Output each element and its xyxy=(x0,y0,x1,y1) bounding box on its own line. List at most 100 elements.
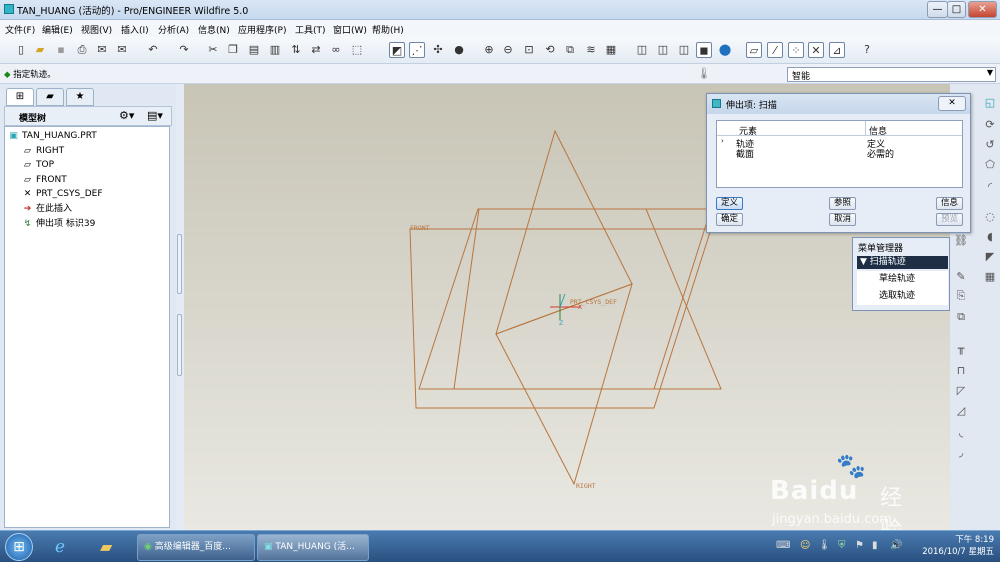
tree-item-insert-here[interactable]: ➔ 在此插入 xyxy=(22,203,72,216)
hole-icon[interactable]: ◌ xyxy=(981,210,999,226)
sketch-tool-icon[interactable]: ✎ xyxy=(952,270,970,286)
cut-icon[interactable]: ✂ xyxy=(205,42,221,58)
context-help-icon[interactable]: ? xyxy=(859,42,875,58)
refit-icon[interactable]: ⊡ xyxy=(521,42,537,58)
coordinate-systems-icon[interactable]: ✕ xyxy=(808,42,824,58)
datum-points-icon[interactable]: ⁘ xyxy=(788,42,804,58)
ie-icon[interactable]: ℯ xyxy=(55,537,65,557)
menu-analysis[interactable]: 分析(A) xyxy=(158,23,189,36)
maximize-button[interactable]: □ xyxy=(947,1,966,18)
info-button[interactable]: 信息 xyxy=(936,197,963,210)
tree-item-front[interactable]: ▱ FRONT xyxy=(22,174,67,187)
selection-box-icon[interactable]: ⬚ xyxy=(349,42,365,58)
paste-special-icon[interactable]: ▥ xyxy=(267,42,283,58)
tree-item-top[interactable]: ▱ TOP xyxy=(22,159,54,172)
zoom-out-icon[interactable]: ⊖ xyxy=(500,42,516,58)
keyboard-icon[interactable]: ⌨ xyxy=(776,540,790,551)
selection-filter-dropdown[interactable]: 智能 ▼ xyxy=(787,67,996,82)
minimize-button[interactable]: — xyxy=(927,1,948,18)
find-icon[interactable]: ⇄ xyxy=(308,42,324,58)
hidden-line-icon[interactable]: ◫ xyxy=(655,42,671,58)
menu-help[interactable]: 帮助(H) xyxy=(372,23,404,36)
panel-splitter[interactable] xyxy=(176,84,184,530)
paste-icon[interactable]: ▤ xyxy=(246,42,262,58)
extrude-icon[interactable]: ◱ xyxy=(981,96,999,112)
shell-icon[interactable]: ⊓ xyxy=(952,364,970,380)
trim-icon[interactable]: ◿ xyxy=(952,404,970,420)
datum-axes-icon[interactable]: ⁄ xyxy=(767,42,783,58)
cancel-button[interactable]: 取消 xyxy=(829,213,856,226)
no-hidden-icon[interactable]: ◫ xyxy=(676,42,692,58)
tray-app-icon[interactable]: ☺ xyxy=(800,540,810,551)
redo-icon[interactable]: ↷ xyxy=(176,42,192,58)
menu-file[interactable]: 文件(F) xyxy=(5,23,35,36)
reference-button[interactable]: 参照 xyxy=(829,197,856,210)
taskbar-task-editor[interactable]: ◉ 高级编辑器_百度... xyxy=(137,534,255,561)
favorites-tab[interactable]: ★ xyxy=(66,88,94,106)
chamfer-icon[interactable]: ◤ xyxy=(981,250,999,266)
shaded-view-icon[interactable]: ◼ xyxy=(696,42,712,58)
tree-item-root[interactable]: ▣ TAN_HUANG.PRT xyxy=(8,130,97,143)
splitter-handle[interactable] xyxy=(177,234,182,294)
datum-display-icon[interactable]: ◩ xyxy=(389,42,405,58)
sketch-trajectory-option[interactable]: 草绘轨迹 xyxy=(857,271,948,288)
folder-browser-tab[interactable]: ▰ xyxy=(36,88,64,106)
email-link-icon[interactable]: ✉ xyxy=(114,42,130,58)
define-button[interactable]: 定义 xyxy=(716,197,743,210)
copy-icon[interactable]: ❐ xyxy=(225,42,241,58)
chain-icon[interactable]: ⛓ xyxy=(952,234,970,250)
menu-insert[interactable]: 插入(I) xyxy=(121,23,149,36)
merge-icon[interactable]: ◟ xyxy=(952,426,970,442)
network-icon[interactable]: ▮ xyxy=(872,540,878,551)
explorer-icon[interactable]: ▰ xyxy=(100,537,112,556)
clock[interactable]: 下午 8:19 2016/10/7 星期五 xyxy=(922,534,994,558)
edit-tool-icon[interactable]: ⎘ xyxy=(952,289,970,305)
spin-center-icon[interactable]: ✣ xyxy=(430,42,446,58)
appearance-icon[interactable]: ⬤ xyxy=(717,42,733,58)
revolve-icon[interactable]: ⟳ xyxy=(981,118,999,134)
tree-item-protrusion[interactable]: ↯ 伸出项 标识39 xyxy=(22,218,96,231)
row-expander-icon[interactable]: › xyxy=(721,137,724,145)
menu-edit[interactable]: 编辑(E) xyxy=(42,23,73,36)
print-icon[interactable]: ⎙ xyxy=(74,42,90,58)
model-tree-tab[interactable]: ⊞ xyxy=(6,88,34,106)
sweep-icon[interactable]: ↺ xyxy=(981,138,999,154)
extend-icon[interactable]: ◞ xyxy=(952,446,970,462)
view-manager-icon[interactable]: ▦ xyxy=(603,42,619,58)
menu-view[interactable]: 视图(V) xyxy=(81,23,112,36)
annotations-icon[interactable]: ⊿ xyxy=(829,42,845,58)
rib-icon[interactable]: ╥ xyxy=(952,342,970,358)
show-icon[interactable]: ▤▾ xyxy=(147,109,163,122)
draft-icon[interactable]: ◸ xyxy=(952,384,970,400)
layers-icon[interactable]: ≋ xyxy=(583,42,599,58)
wireframe-icon[interactable]: ◫ xyxy=(634,42,650,58)
menu-info[interactable]: 信息(N) xyxy=(198,23,230,36)
select-trajectory-option[interactable]: 选取轨迹 xyxy=(857,288,948,305)
pattern-icon[interactable]: ▦ xyxy=(981,270,999,286)
menu-tools[interactable]: 工具(T) xyxy=(295,23,326,36)
table-row-element[interactable]: 截面 xyxy=(736,147,754,160)
zoom-in-icon[interactable]: ⊕ xyxy=(481,42,497,58)
reorient-icon[interactable]: ⟲ xyxy=(542,42,558,58)
save-icon[interactable]: ▪ xyxy=(53,42,69,58)
start-button[interactable]: ⊞ xyxy=(5,533,33,561)
flag-icon[interactable]: ⚑ xyxy=(855,540,864,551)
undo-icon[interactable]: ↶ xyxy=(145,42,161,58)
menu-applications[interactable]: 应用程序(P) xyxy=(238,23,286,36)
email-icon[interactable]: ✉ xyxy=(94,42,110,58)
sketch-icon[interactable]: ◜ xyxy=(981,180,999,196)
preview-button[interactable]: 预览 xyxy=(936,213,963,226)
binoculars-icon[interactable]: ∞ xyxy=(328,42,344,58)
tree-item-csys[interactable]: ✕ PRT_CSYS_DEF xyxy=(22,188,103,201)
copy-tool-icon[interactable]: ⧉ xyxy=(952,310,970,326)
temperature-icon[interactable]: 🌡 xyxy=(818,540,831,551)
saved-views-icon[interactable]: ⧉ xyxy=(562,42,578,58)
regenerate-icon[interactable]: ⇅ xyxy=(288,42,304,58)
new-file-icon[interactable]: ▯ xyxy=(13,42,29,58)
menu-window[interactable]: 窗口(W) xyxy=(333,23,367,36)
volume-icon[interactable]: 🔊 xyxy=(890,540,902,551)
open-file-icon[interactable]: ▰ xyxy=(32,42,48,58)
blend-icon[interactable]: ⬠ xyxy=(981,158,999,174)
point-display-icon[interactable]: ⋰ xyxy=(409,42,425,58)
taskbar-task-proe[interactable]: ▣ TAN_HUANG (活... xyxy=(257,534,369,561)
